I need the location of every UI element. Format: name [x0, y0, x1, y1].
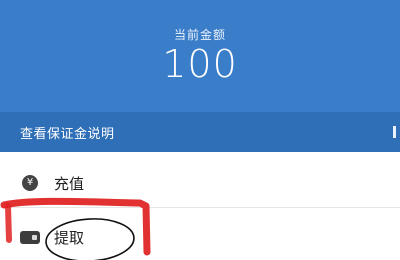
withdraw-item[interactable]: 提取: [0, 212, 400, 260]
balance-header: 当前金额 100: [0, 0, 400, 112]
balance-label: 当前金额: [173, 28, 226, 42]
card-icon: [20, 230, 40, 244]
deposit-info-link[interactable]: 查看保证金说明: [0, 112, 400, 152]
withdraw-label: 提取: [54, 228, 85, 247]
balance-amount: 100: [162, 42, 238, 86]
recharge-label: 充值: [54, 174, 85, 193]
yen-icon: ¥: [22, 175, 38, 191]
wallet-page: 当前金额 100 查看保证金说明 ¥ 充值 提取: [0, 0, 400, 260]
deposit-info-label: 查看保证金说明: [20, 126, 115, 142]
chevron-right-icon: [393, 126, 396, 138]
recharge-item[interactable]: ¥ 充值: [0, 158, 400, 208]
divider: [0, 207, 400, 208]
